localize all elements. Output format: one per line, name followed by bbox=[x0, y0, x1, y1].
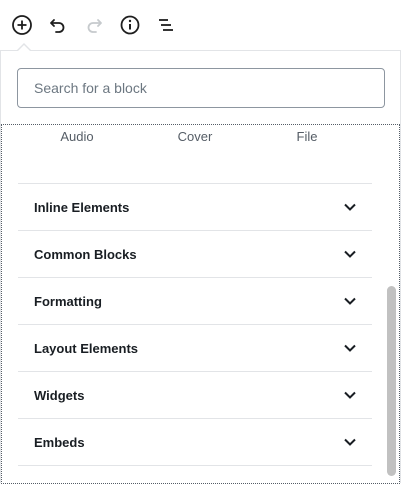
block-categories: Inline Elements Common Blocks Formatting… bbox=[18, 183, 372, 466]
block-item-cover[interactable]: Cover bbox=[136, 129, 254, 144]
chevron-down-icon bbox=[344, 203, 356, 211]
undo-icon[interactable] bbox=[46, 13, 70, 37]
category-title: Widgets bbox=[34, 388, 85, 403]
redo-icon[interactable] bbox=[82, 13, 106, 37]
category-title: Common Blocks bbox=[34, 247, 137, 262]
category-inline-elements[interactable]: Inline Elements bbox=[18, 183, 372, 230]
search-wrapper bbox=[17, 68, 385, 108]
category-widgets[interactable]: Widgets bbox=[18, 371, 372, 418]
plus-circle-icon[interactable] bbox=[10, 13, 34, 37]
category-title: Layout Elements bbox=[34, 341, 139, 356]
category-title: Embeds bbox=[34, 435, 85, 450]
editor-toolbar bbox=[0, 0, 402, 50]
chevron-down-icon bbox=[344, 438, 356, 446]
block-item-file[interactable]: File bbox=[248, 129, 366, 144]
category-embeds[interactable]: Embeds bbox=[18, 418, 372, 466]
category-formatting[interactable]: Formatting bbox=[18, 277, 372, 324]
scrollbar-thumb[interactable] bbox=[387, 286, 396, 476]
category-layout-elements[interactable]: Layout Elements bbox=[18, 324, 372, 371]
category-title: Inline Elements bbox=[34, 200, 130, 215]
block-results-panel: Audio Cover File Inline Elements Common … bbox=[1, 124, 400, 484]
block-item-audio[interactable]: Audio bbox=[18, 129, 136, 144]
recent-blocks-row: Audio Cover File bbox=[18, 129, 372, 149]
block-inserter-popover: Audio Cover File Inline Elements Common … bbox=[0, 43, 401, 484]
list-icon[interactable] bbox=[154, 13, 178, 37]
chevron-down-icon bbox=[344, 391, 356, 399]
chevron-down-icon bbox=[344, 250, 356, 258]
chevron-down-icon bbox=[344, 344, 356, 352]
category-title: Formatting bbox=[34, 294, 102, 309]
chevron-down-icon bbox=[344, 297, 356, 305]
search-input[interactable] bbox=[17, 68, 385, 108]
category-common-blocks[interactable]: Common Blocks bbox=[18, 230, 372, 277]
info-icon[interactable] bbox=[118, 13, 142, 37]
